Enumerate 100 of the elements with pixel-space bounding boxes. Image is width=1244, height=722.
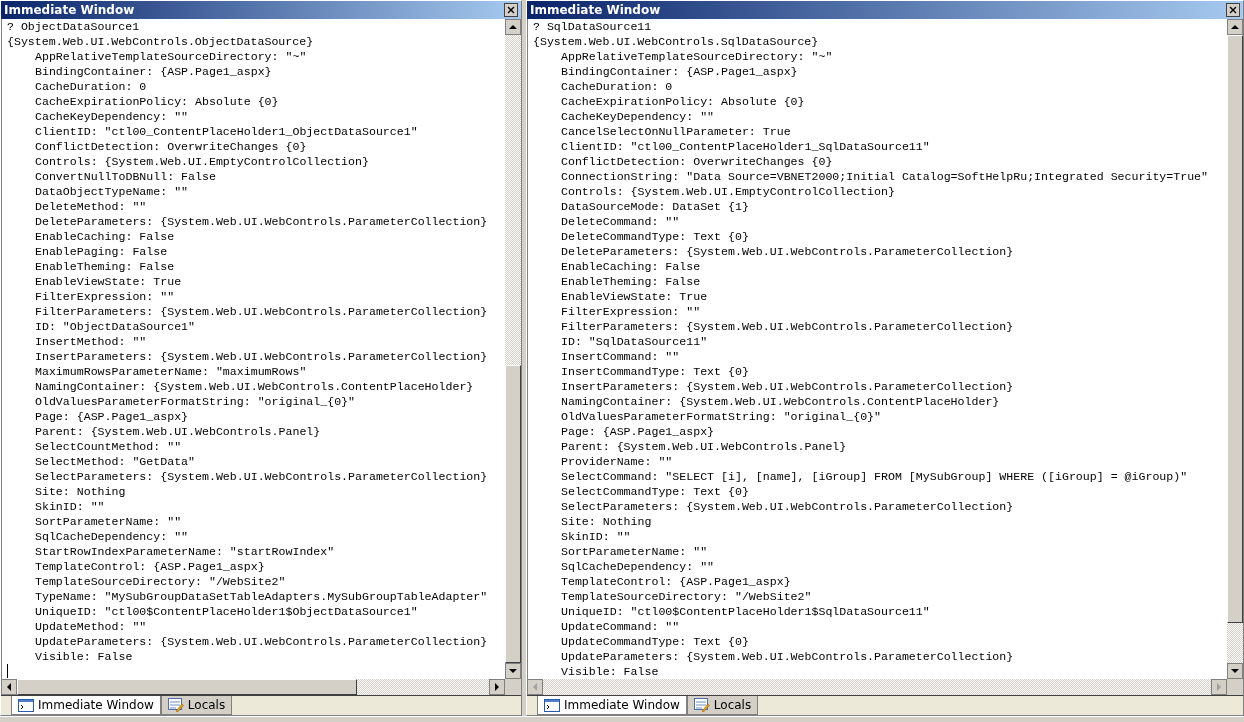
property-line: DataSourceMode: DataSet {1} [560,198,750,214]
property-line: TemplateSourceDirectory: "/WebSite2" [34,573,287,589]
property-line: ConvertNullToDBNull: False [34,168,217,184]
property-line: InsertCommandType: Text {0} [560,363,750,379]
property-line: CancelSelectOnNullParameter: True [560,123,792,139]
close-icon[interactable] [1226,3,1240,17]
property-line: Page: {ASP.Page1_aspx} [34,408,190,424]
output-area[interactable] [1,18,505,679]
property-line: SelectParameters: {System.Web.UI.WebControls.ParameterCollection} [34,468,489,484]
property-line: ConflictDetection: OverwriteChanges {0} [560,153,834,169]
property-line: ClientID: "ctl00_ContentPlaceHolder1_ObjectDataSource1" [34,123,419,139]
scroll-left-icon[interactable] [1,679,17,695]
property-line: InsertCommand: "" [560,348,681,364]
property-line: SortParameterName: "" [560,543,709,559]
property-line: SelectCommandType: Text {0} [560,483,750,499]
property-line: UpdateCommand: "" [560,618,681,634]
property-line: Visible: False [34,648,134,664]
command-line: ? ObjectDataSource1 [7,18,141,34]
property-line: FilterParameters: {System.Web.UI.WebControls.ParameterCollection} [34,303,489,319]
property-line: UpdateMethod: "" [34,618,148,634]
panel-title: Immediate Window [4,3,135,17]
property-line: EnableTheming: False [34,258,176,274]
property-line: EnableTheming: False [560,273,702,289]
property-line: Parent: {System.Web.UI.WebControls.Panel} [34,423,322,439]
property-line: SelectMethod: "GetData" [34,453,197,469]
property-line: CacheDuration: 0 [560,78,674,94]
property-line: SortParameterName: "" [34,513,183,529]
property-line: DeleteMethod: "" [34,198,148,214]
property-line: FilterParameters: {System.Web.UI.WebControls.ParameterCollection} [560,318,1015,334]
scroll-thumb[interactable] [17,679,357,695]
property-line: FilterExpression: "" [34,288,176,304]
result-line: {System.Web.UI.WebControls.SqlDataSource} [533,33,820,49]
property-line: Controls: {System.Web.UI.EmptyControlCollection} [34,153,370,169]
property-line: NamingContainer: {System.Web.UI.WebControls.ContentPlaceHolder} [560,393,1001,409]
property-line: EnableViewState: True [560,288,709,304]
property-line: DeleteParameters: {System.Web.UI.WebControls.ParameterCollection} [34,213,489,229]
property-line: EnableViewState: True [34,273,183,289]
property-line: DeleteParameters: {System.Web.UI.WebControls.ParameterCollection} [560,243,1015,259]
scroll-up-icon[interactable] [505,18,521,35]
property-line: InsertParameters: {System.Web.UI.WebControls.ParameterCollection} [560,378,1015,394]
property-line: UniqueID: "ctl00$ContentPlaceHolder1$SqlDataSource11" [560,603,931,619]
property-line: InsertParameters: {System.Web.UI.WebControls.ParameterCollection} [34,348,489,364]
property-line: UpdateParameters: {System.Web.UI.WebControls.ParameterCollection} [560,648,1015,664]
property-line: EnableCaching: False [560,258,702,274]
command-line: ? SqlDataSource11 [533,18,653,34]
property-line: BindingContainer: {ASP.Page1_aspx} [34,63,273,79]
panel-tab[interactable]: Immediate Window [537,696,687,715]
property-line: EnablePaging: False [34,243,169,259]
scroll-down-icon[interactable] [1227,663,1243,679]
property-line: SkinID: "" [34,498,106,514]
property-line: OldValuesParameterFormatString: "original_{0}" [560,408,883,424]
result-line: {System.Web.UI.WebControls.ObjectDataSource} [7,33,315,49]
property-line: CacheExpirationPolicy: Absolute {0} [34,93,280,109]
property-line: Visible: False [560,663,660,679]
panel-tab[interactable]: Locals [160,696,233,715]
property-line: Parent: {System.Web.UI.WebControls.Panel} [560,438,848,454]
property-line: BindingContainer: {ASP.Page1_aspx} [560,63,799,79]
property-line: CacheExpirationPolicy: Absolute {0} [560,93,806,109]
close-icon[interactable] [504,3,518,17]
scroll-right-icon[interactable] [489,679,505,695]
property-line: ID: "SqlDataSource11" [560,333,709,349]
panel-title: Immediate Window [530,3,661,17]
scroll-up-icon[interactable] [1227,18,1243,35]
output-area[interactable] [527,18,1227,679]
property-line: UpdateParameters: {System.Web.UI.WebControls.ParameterCollection} [34,633,489,649]
property-line: InsertMethod: "" [34,333,148,349]
property-line: ProviderName: "" [560,453,674,469]
panel-tab[interactable]: Immediate Window [11,696,161,715]
property-line: TemplateControl: {ASP.Page1_aspx} [560,573,792,589]
window-icon [18,698,34,712]
property-line: Controls: {System.Web.UI.EmptyControlCollection} [560,183,896,199]
scroll-down-icon[interactable] [505,663,521,679]
property-line: FilterExpression: "" [560,303,702,319]
property-line: Site: Nothing [560,513,653,529]
property-line: TemplateSourceDirectory: "/WebSite2" [560,588,813,604]
table-pencil-icon [693,698,710,712]
property-line: SelectCountMethod: "" [34,438,183,454]
property-line: CacheKeyDependency: "" [560,108,716,124]
property-line: Page: {ASP.Page1_aspx} [560,423,716,439]
property-line: DeleteCommand: "" [560,213,681,229]
property-line: ClientID: "ctl00_ContentPlaceHolder1_SqlDataSource11" [560,138,931,154]
property-line: MaximumRowsParameterName: "maximumRows" [34,363,308,379]
property-line: ID: "ObjectDataSource1" [34,318,197,334]
property-line: Site: Nothing [34,483,127,499]
property-line: OldValuesParameterFormatString: "original_{0}" [34,393,357,409]
property-line: CacheKeyDependency: "" [34,108,190,124]
property-line: AppRelativeTemplateSourceDirectory: "~" [560,48,834,64]
property-line: AppRelativeTemplateSourceDirectory: "~" [34,48,308,64]
property-line: EnableCaching: False [34,228,176,244]
property-line: SelectCommand: "SELECT [i], [name], [iGroup] FROM [MySubGroup] WHERE ([iGroup] = @iGroup)" [560,468,1189,484]
property-line: NamingContainer: {System.Web.UI.WebControls.ContentPlaceHolder} [34,378,475,394]
panel-tab[interactable]: Locals [686,696,759,715]
table-pencil-icon [167,698,184,712]
property-line: SqlCacheDependency: "" [34,528,190,544]
property-line: DataObjectTypeName: "" [34,183,190,199]
property-line: DeleteCommandType: Text {0} [560,228,750,244]
property-line: SelectParameters: {System.Web.UI.WebControls.ParameterCollection} [560,498,1015,514]
property-line: SqlCacheDependency: "" [560,558,716,574]
scroll-thumb[interactable] [505,364,521,663]
property-line: CacheDuration: 0 [34,78,148,94]
